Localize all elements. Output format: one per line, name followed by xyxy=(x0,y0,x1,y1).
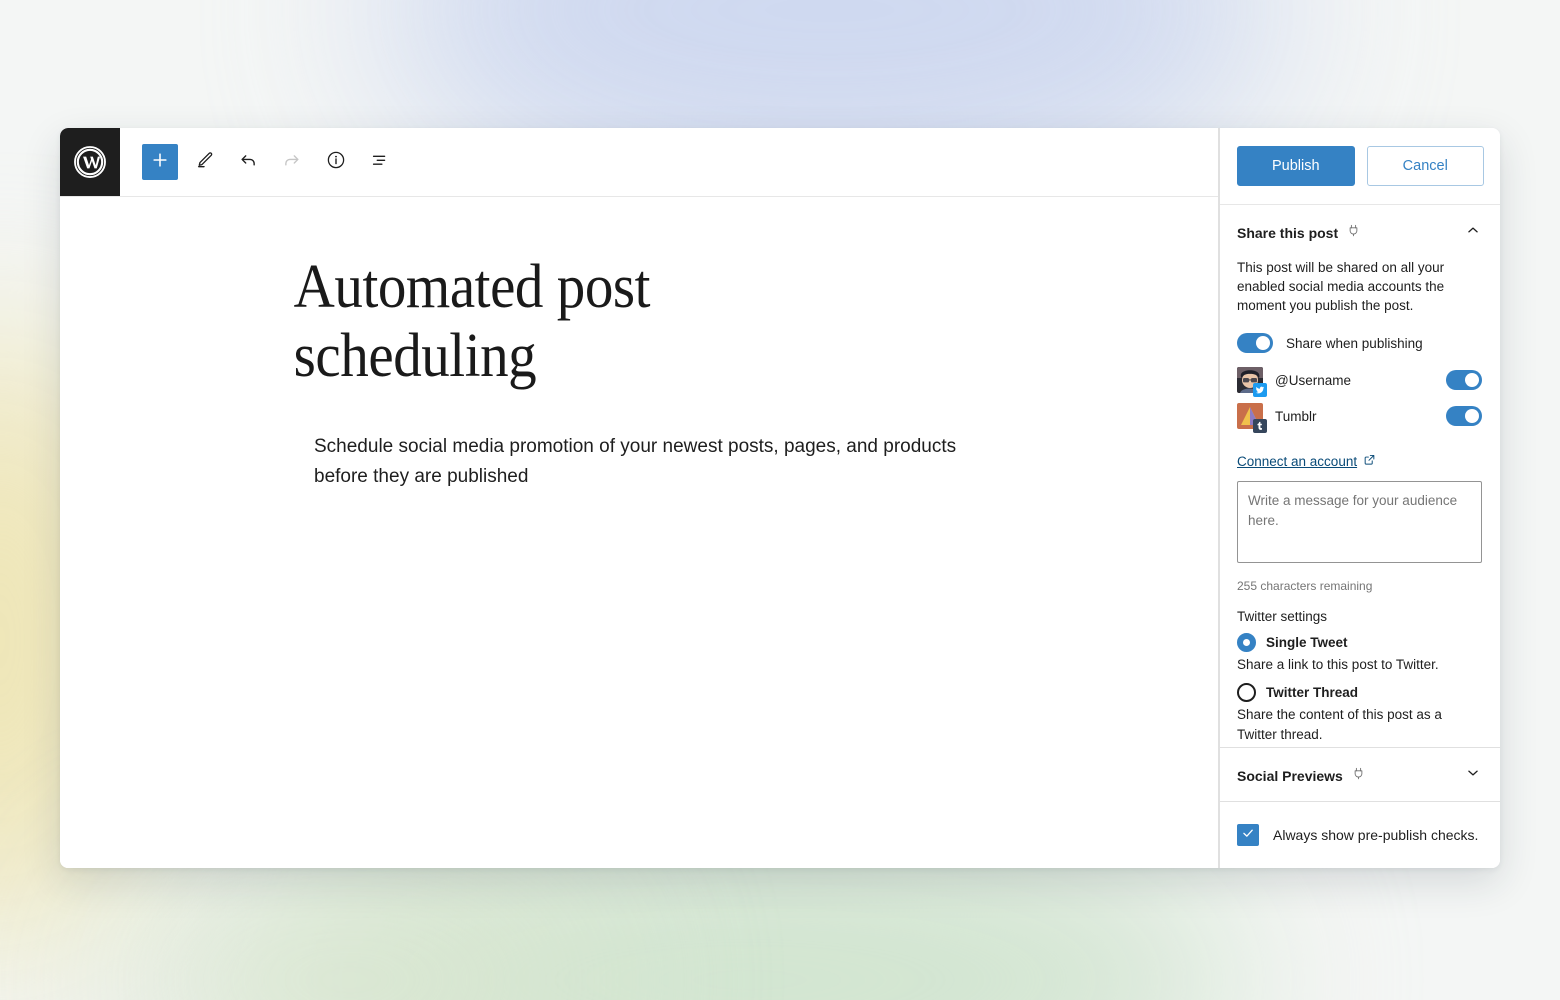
social-previews-title: Social Previews xyxy=(1237,767,1343,784)
account-name: @Username xyxy=(1275,372,1351,388)
redo-button[interactable] xyxy=(274,144,310,180)
twitter-thread-radio[interactable] xyxy=(1237,683,1256,703)
checkmark-icon xyxy=(1241,826,1255,845)
prepublish-checks-label: Always show pre-publish checks. xyxy=(1273,827,1479,843)
publish-button[interactable]: Publish xyxy=(1237,146,1355,186)
share-description: This post will be shared on all your ena… xyxy=(1237,260,1445,314)
chevron-up-icon[interactable] xyxy=(1464,221,1482,244)
single-tweet-option[interactable]: Single Tweet xyxy=(1237,633,1482,653)
social-previews-panel-header[interactable]: Social Previews xyxy=(1220,748,1500,801)
connect-an-account-label: Connect an account xyxy=(1237,453,1358,469)
list-view-icon xyxy=(369,149,391,176)
avatar xyxy=(1237,403,1267,434)
twitter-thread-description: Share the content of this post as a Twit… xyxy=(1237,707,1442,742)
pencil-icon xyxy=(194,149,215,175)
prepublish-checks-row[interactable]: Always show pre-publish checks. xyxy=(1220,802,1500,868)
block-editor: Automated post scheduling Schedule socia… xyxy=(60,128,1219,868)
toolbar-tools xyxy=(120,128,398,196)
prepublish-checks-checkbox[interactable] xyxy=(1237,824,1259,846)
plug-icon xyxy=(1351,766,1366,786)
social-previews-panel: Social Previews xyxy=(1220,747,1500,802)
account-name: Tumblr xyxy=(1275,408,1317,424)
twitter-badge-icon xyxy=(1253,383,1267,398)
avatar xyxy=(1237,367,1267,398)
account-toggle[interactable] xyxy=(1446,406,1482,427)
sidebar-actions: Publish Cancel xyxy=(1220,128,1500,205)
external-link-icon xyxy=(1363,453,1376,469)
cancel-button[interactable]: Cancel xyxy=(1366,146,1484,186)
share-when-publishing-toggle[interactable] xyxy=(1237,333,1273,354)
connect-an-account-link[interactable]: Connect an account xyxy=(1237,453,1376,469)
undo-icon xyxy=(237,149,259,176)
wordpress-logo-button[interactable] xyxy=(60,128,120,196)
share-when-publishing-label: Share when publishing xyxy=(1286,335,1423,351)
share-this-post-panel-header[interactable]: Share this post xyxy=(1220,205,1500,258)
account-row[interactable]: @Username xyxy=(1237,367,1482,398)
single-tweet-radio[interactable] xyxy=(1237,633,1256,653)
post-canvas[interactable]: Automated post scheduling Schedule socia… xyxy=(60,197,1218,868)
share-message-input[interactable] xyxy=(1237,481,1482,564)
share-this-post-title: Share this post xyxy=(1237,224,1339,241)
undo-button[interactable] xyxy=(230,144,266,180)
account-toggle[interactable] xyxy=(1446,370,1482,391)
post-title[interactable]: Automated post scheduling xyxy=(60,253,1125,392)
editor-window: Automated post scheduling Schedule socia… xyxy=(60,128,1500,868)
twitter-settings-label: Twitter settings xyxy=(1237,609,1328,625)
details-button[interactable] xyxy=(318,144,354,180)
redo-icon xyxy=(281,149,303,176)
plus-icon xyxy=(150,150,170,175)
editor-toolbar xyxy=(60,128,1218,197)
share-when-publishing-row[interactable]: Share when publishing xyxy=(1237,333,1482,354)
single-tweet-description: Share a link to this post to Twitter. xyxy=(1237,657,1439,673)
info-icon xyxy=(325,149,347,176)
edit-tool-button[interactable] xyxy=(186,144,222,180)
pre-publish-sidebar: Publish Cancel Share this post This post… xyxy=(1219,128,1500,868)
tumblr-badge-icon xyxy=(1253,419,1267,434)
twitter-thread-label: Twitter Thread xyxy=(1266,685,1359,701)
account-row[interactable]: Tumblr xyxy=(1237,403,1482,434)
characters-remaining-text: 255 characters remaining xyxy=(1237,579,1373,594)
wordpress-icon xyxy=(73,145,107,179)
add-block-button[interactable] xyxy=(142,144,178,180)
plug-icon xyxy=(1346,223,1361,243)
list-view-button[interactable] xyxy=(362,144,398,180)
sidebar-scroll-area[interactable]: Share this post This post will be shared… xyxy=(1220,205,1500,747)
chevron-down-icon[interactable] xyxy=(1464,764,1482,787)
share-this-post-panel-body: This post will be shared on all your ena… xyxy=(1220,258,1500,747)
post-body-paragraph[interactable]: Schedule social media promotion of your … xyxy=(60,432,1218,492)
single-tweet-label: Single Tweet xyxy=(1266,635,1348,651)
twitter-thread-option[interactable]: Twitter Thread xyxy=(1237,683,1482,703)
